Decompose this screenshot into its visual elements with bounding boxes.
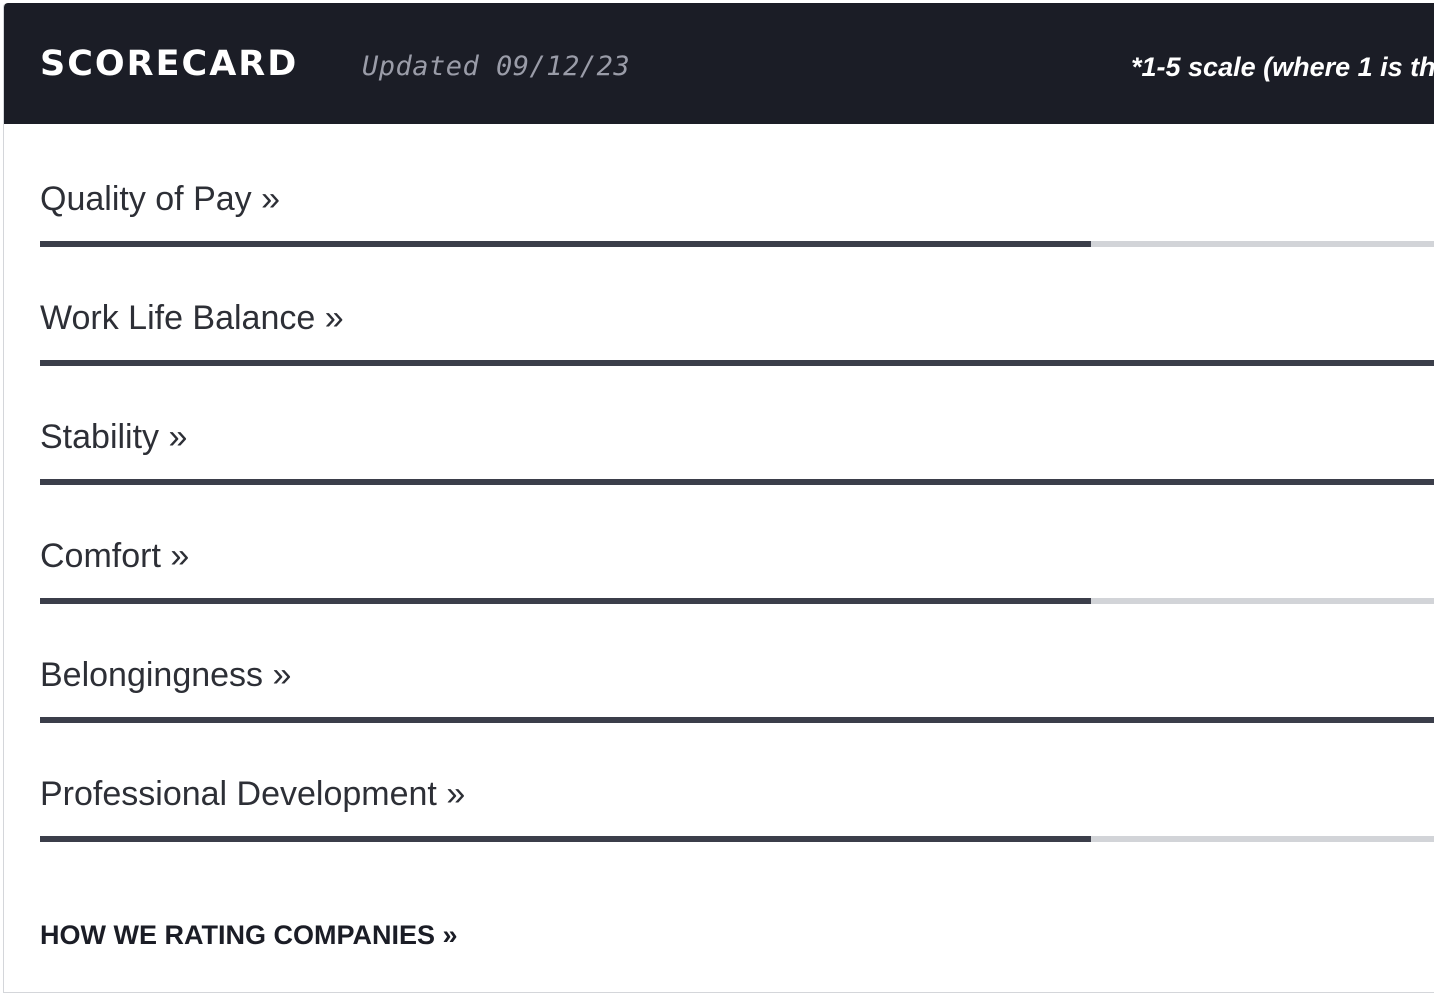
category-row-comfort: Comfort »: [40, 536, 1434, 646]
score-bar-track: [40, 360, 1434, 366]
score-bar-fill: [40, 717, 1434, 723]
score-bar-track: [40, 598, 1434, 604]
score-bar-fill: [40, 241, 1091, 247]
category-row-professional-development: Professional Development »: [40, 774, 1434, 884]
scorecard-card: SCORECARD Updated 09/12/23 *1-5 scale (w…: [3, 3, 1434, 993]
category-link[interactable]: Stability »: [40, 417, 187, 457]
category-link[interactable]: Belongingness »: [40, 655, 291, 695]
updated-date: Updated 09/12/23: [362, 51, 631, 82]
scorecard-title: SCORECARD: [40, 44, 299, 84]
scale-note: *1-5 scale (where 1 is the: [1131, 52, 1434, 82]
score-bar-fill: [40, 836, 1091, 842]
score-bar-track: [40, 241, 1434, 247]
how-we-rate-link[interactable]: HOW WE RATING COMPANIES »: [40, 919, 458, 951]
category-row-work-life-balance: Work Life Balance »: [40, 298, 1434, 408]
score-bar-fill: [40, 598, 1091, 604]
scorecard-header: SCORECARD Updated 09/12/23 *1-5 scale (w…: [4, 3, 1434, 124]
score-bar-track: [40, 836, 1434, 842]
score-bar-fill: [40, 360, 1434, 366]
score-bar-fill: [40, 479, 1434, 485]
category-link[interactable]: Work Life Balance »: [40, 298, 344, 338]
category-row-quality-of-pay: Quality of Pay »: [40, 179, 1434, 289]
score-bar-track: [40, 717, 1434, 723]
category-link[interactable]: Quality of Pay »: [40, 179, 280, 219]
category-row-belongingness: Belongingness »: [40, 655, 1434, 765]
category-row-stability: Stability »: [40, 417, 1434, 527]
category-link[interactable]: Comfort »: [40, 536, 189, 576]
category-link[interactable]: Professional Development »: [40, 774, 465, 814]
score-bar-track: [40, 479, 1434, 485]
